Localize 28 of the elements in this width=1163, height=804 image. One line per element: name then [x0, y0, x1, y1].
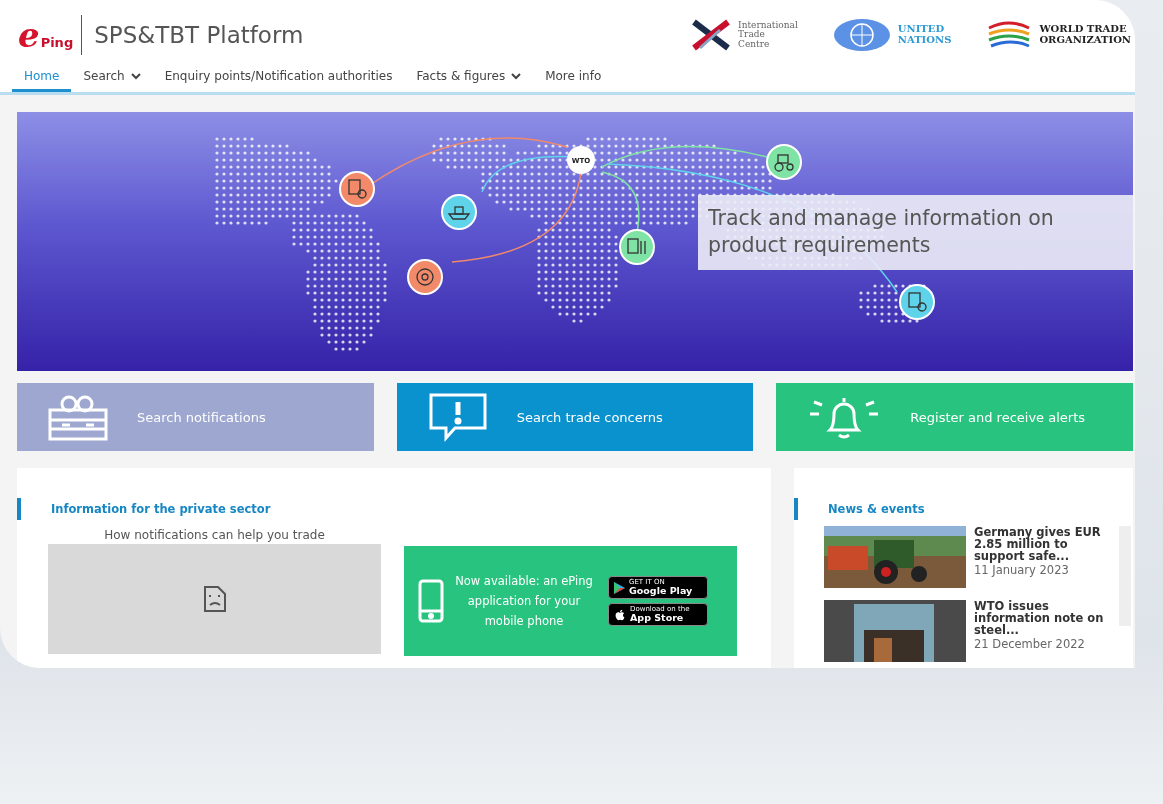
nav-link[interactable]: Search	[71, 69, 153, 92]
logo-mark: e	[18, 19, 40, 50]
ship-icon	[441, 194, 477, 230]
play-store-icon	[614, 581, 625, 594]
chevron-icon	[130, 72, 141, 80]
hero-headline: Track and manage information on product requirements	[698, 195, 1133, 270]
nav-link[interactable]: More info	[533, 69, 614, 92]
crossed-ribbons-icon	[690, 17, 733, 52]
globe-emblem-icon	[831, 17, 892, 52]
sad-file-icon	[203, 586, 226, 612]
apple-icon	[614, 608, 626, 621]
promo-text: Now available: an ePing application for your mobile phone	[454, 573, 594, 630]
news-item[interactable]: WTO issues information note on steel... 21 December 2022	[824, 600, 1133, 662]
logo-text: Ping	[40, 34, 74, 50]
partner-name: International Trade Centre	[738, 20, 798, 49]
site-title: SPS&TBT Platform	[94, 21, 305, 48]
nav-link[interactable]: Enquiry points/Notification authorities	[152, 69, 405, 92]
hub-node	[567, 146, 595, 174]
partner-name: WORLD TRADE ORGANIZATION	[1039, 24, 1131, 46]
section-title: Information for the private sector	[17, 498, 771, 520]
section-title: News & events	[794, 498, 1133, 520]
nav-link[interactable]: Facts & figures	[404, 69, 534, 92]
phone-icon	[418, 579, 444, 623]
news-item[interactable]: Germany gives EUR 2.85 million to support safe... 11 January 2023	[824, 526, 1133, 588]
partner-name: UNITED NATIONS	[897, 24, 952, 46]
nav-link[interactable]: Home	[12, 69, 72, 92]
chevron-icon	[511, 72, 522, 80]
video-title: How notifications can help you trade	[104, 528, 325, 542]
